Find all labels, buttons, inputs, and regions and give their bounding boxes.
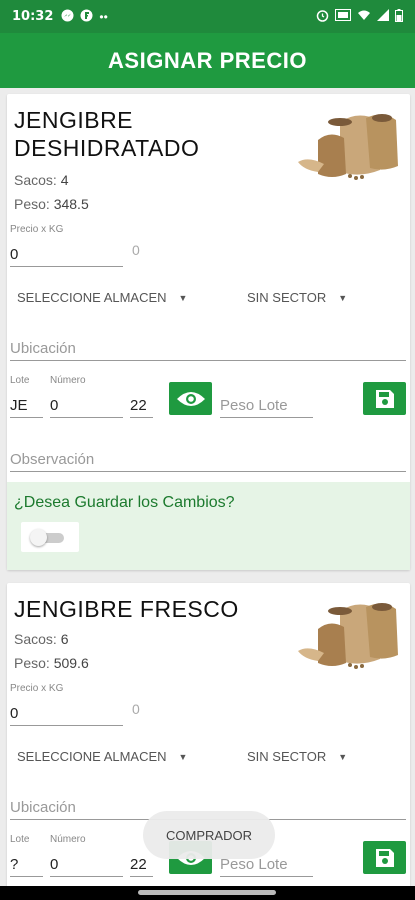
peso-value: 348.5 — [53, 196, 89, 212]
almacen-value: SELECCIONE ALMACEN — [17, 749, 167, 764]
ubicacion-input[interactable]: Ubicación — [10, 340, 406, 361]
save-confirm-panel: ¿Desea Guardar los Cambios? — [7, 482, 410, 570]
price-hint: 0 — [132, 242, 140, 258]
save-toggle[interactable] — [21, 522, 79, 552]
numero-input[interactable]: 0 — [50, 856, 123, 877]
sacos-value: 6 — [60, 631, 69, 647]
confirm-question: ¿Desea Guardar los Cambios? — [14, 494, 235, 511]
signal-icon — [377, 9, 389, 24]
toast-message: COMPRADOR — [143, 811, 275, 859]
numero-input[interactable]: 0 — [50, 397, 123, 418]
lote-input[interactable]: JE — [10, 397, 43, 418]
chevron-down-icon: ▼ — [178, 751, 188, 762]
numero-label: Número — [50, 375, 86, 386]
save-icon — [375, 848, 394, 867]
sector-select[interactable]: SIN SECTOR ▼ — [247, 749, 347, 764]
peso-label: Peso: — [14, 655, 50, 671]
almacen-select[interactable]: SELECCIONE ALMACEN ▼ — [17, 290, 187, 305]
price-input[interactable]: 0 — [10, 705, 123, 726]
peso-lote-input[interactable]: Peso Lote — [220, 397, 313, 418]
battery-icon — [395, 8, 403, 25]
save-button[interactable] — [363, 841, 406, 874]
view-button[interactable] — [169, 382, 212, 415]
save-icon — [375, 389, 394, 408]
status-bar: 10:32 •• — [0, 0, 415, 33]
sector-value: SIN SECTOR — [247, 290, 327, 305]
sacos-label: Sacos: — [14, 631, 57, 647]
chevron-down-icon: ▼ — [178, 292, 188, 303]
price-input[interactable]: 0 — [10, 246, 123, 267]
sector-value: SIN SECTOR — [247, 749, 327, 764]
secuencia-input[interactable]: 22 — [130, 397, 153, 418]
sacos-value: 4 — [60, 172, 69, 188]
home-gesture-handle[interactable] — [138, 890, 276, 895]
toggle-knob — [30, 529, 47, 546]
app-header: ASIGNAR PRECIO — [0, 33, 415, 88]
product-title: JENGIBRE DESHIDRATADO — [14, 107, 200, 161]
app-f-icon — [80, 9, 93, 25]
lote-label: Lote — [10, 834, 30, 845]
secuencia-input[interactable]: 22 — [130, 856, 153, 877]
sacos-label: Sacos: — [14, 172, 57, 188]
price-label: Precio x KG — [10, 224, 64, 235]
page-title: ASIGNAR PRECIO — [108, 47, 307, 73]
chevron-down-icon: ▼ — [338, 292, 348, 303]
product-title: JENGIBRE FRESCO — [14, 596, 239, 622]
messenger-icon — [61, 9, 74, 25]
numero-label: Número — [50, 834, 86, 845]
sector-select[interactable]: SIN SECTOR ▼ — [247, 290, 347, 305]
price-hint: 0 — [132, 701, 140, 717]
product-card: JENGIBRE DESHIDRATADO Sacos: 4 Peso: 348… — [7, 94, 410, 570]
product-image — [288, 100, 404, 184]
save-button[interactable] — [363, 382, 406, 415]
vpn-icon — [335, 9, 351, 24]
alarm-icon — [316, 9, 329, 25]
more-dots-icon: •• — [99, 9, 108, 24]
chevron-down-icon: ▼ — [338, 751, 348, 762]
status-time: 10:32 — [12, 9, 54, 24]
observacion-input[interactable]: Observación — [10, 451, 406, 472]
price-label: Precio x KG — [10, 683, 64, 694]
almacen-value: SELECCIONE ALMACEN — [17, 290, 167, 305]
wifi-icon — [357, 9, 371, 24]
system-nav-bar — [0, 886, 415, 900]
peso-lote-input[interactable]: Peso Lote — [220, 856, 313, 877]
product-image — [288, 589, 404, 673]
lote-input[interactable]: ? — [10, 856, 43, 877]
peso-label: Peso: — [14, 196, 50, 212]
peso-value: 509.6 — [53, 655, 89, 671]
toast-text: COMPRADOR — [166, 827, 252, 843]
eye-icon — [176, 391, 205, 406]
almacen-select[interactable]: SELECCIONE ALMACEN ▼ — [17, 749, 187, 764]
lote-label: Lote — [10, 375, 30, 386]
